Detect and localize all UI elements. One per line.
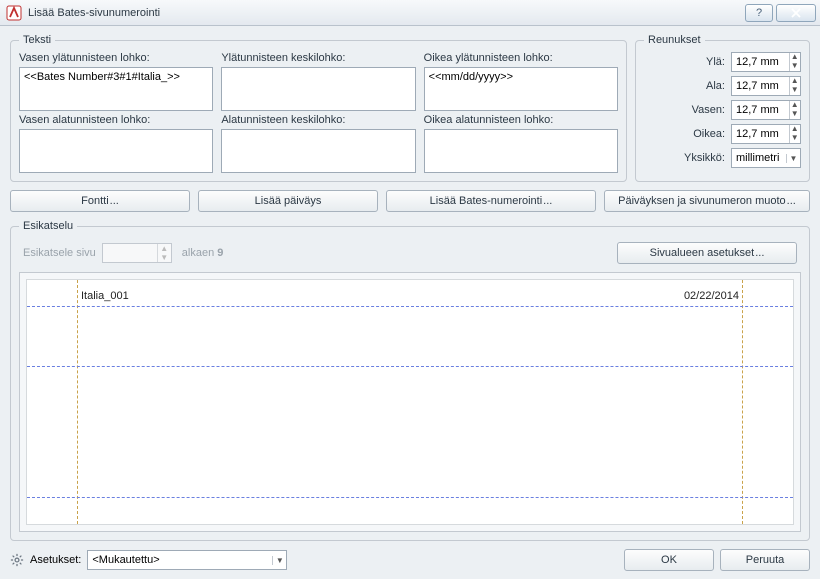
preview-top-left: Italia_001: [81, 290, 129, 302]
close-button[interactable]: [776, 4, 816, 22]
gear-icon: [10, 553, 24, 567]
label-bot-left: Vasen alatunnisteen lohko:: [19, 114, 213, 126]
field-top-left[interactable]: [19, 67, 213, 111]
label-bot-center: Alatunnisteen keskilohko:: [221, 114, 415, 126]
label-top-center: Ylätunnisteen keskilohko:: [221, 52, 415, 64]
margin-bottom-input[interactable]: ▲▼: [731, 76, 801, 96]
field-top-right[interactable]: [424, 67, 618, 111]
field-top-center[interactable]: [221, 67, 415, 111]
chevron-down-icon[interactable]: ▼: [790, 62, 801, 71]
margins-legend: Reunukset: [644, 34, 705, 46]
insert-date-button[interactable]: Lisää päiväys: [198, 190, 378, 212]
font-button[interactable]: Fontti: [10, 190, 190, 212]
window-title: Lisää Bates-sivunumerointi: [28, 7, 160, 19]
chevron-down-icon[interactable]: ▼: [786, 154, 800, 163]
preview-page-label: Esikatsele sivu: [23, 247, 96, 259]
preview-viewport: Italia_001 02/22/2014: [19, 272, 801, 532]
margin-right-label: Oikea:: [693, 128, 725, 140]
text-group: Teksti Vasen ylätunnisteen lohko: Ylätun…: [10, 34, 627, 182]
chevron-down-icon[interactable]: ▼: [272, 556, 286, 565]
preview-group: Esikatselu Esikatsele sivu ▲▼ alkaen 9 S…: [10, 220, 810, 541]
app-icon: [6, 5, 22, 21]
preview-page: Italia_001 02/22/2014: [26, 279, 794, 525]
settings-select[interactable]: <Mukautettu> ▼: [87, 550, 287, 570]
margins-group: Reunukset Ylä: ▲▼ Ala: ▲▼ Vasen:: [635, 34, 810, 182]
cancel-button[interactable]: Peruuta: [720, 549, 810, 571]
unit-select[interactable]: millimetri ▼: [731, 148, 801, 168]
margin-right-input[interactable]: ▲▼: [731, 124, 801, 144]
date-format-button[interactable]: Päiväyksen ja sivunumeron muoto: [604, 190, 810, 212]
page-range-button[interactable]: Sivualueen asetukset: [617, 242, 797, 264]
field-bot-right[interactable]: [424, 129, 618, 173]
margin-bottom-label: Ala:: [706, 80, 725, 92]
field-bot-center[interactable]: [221, 129, 415, 173]
label-top-right: Oikea ylätunnisteen lohko:: [424, 52, 618, 64]
insert-bates-button[interactable]: Lisää Bates-numerointi: [386, 190, 596, 212]
margin-top-input[interactable]: ▲▼: [731, 52, 801, 72]
preview-legend: Esikatselu: [19, 220, 77, 232]
ok-button[interactable]: OK: [624, 549, 714, 571]
unit-label: Yksikkö:: [684, 152, 725, 164]
label-top-left: Vasen ylätunnisteen lohko:: [19, 52, 213, 64]
settings-label: Asetukset:: [30, 554, 81, 566]
margin-left-input[interactable]: ▲▼: [731, 100, 801, 120]
margin-top-label: Ylä:: [706, 56, 725, 68]
preview-page-select[interactable]: ▲▼: [102, 243, 172, 263]
alkaen-label: alkaen 9: [182, 247, 224, 259]
help-button[interactable]: ?: [745, 4, 773, 22]
preview-top-right: 02/22/2014: [684, 290, 739, 302]
margin-left-label: Vasen:: [692, 104, 725, 116]
label-bot-right: Oikea alatunnisteen lohko:: [424, 114, 618, 126]
field-bot-left[interactable]: [19, 129, 213, 173]
text-legend: Teksti: [19, 34, 55, 46]
